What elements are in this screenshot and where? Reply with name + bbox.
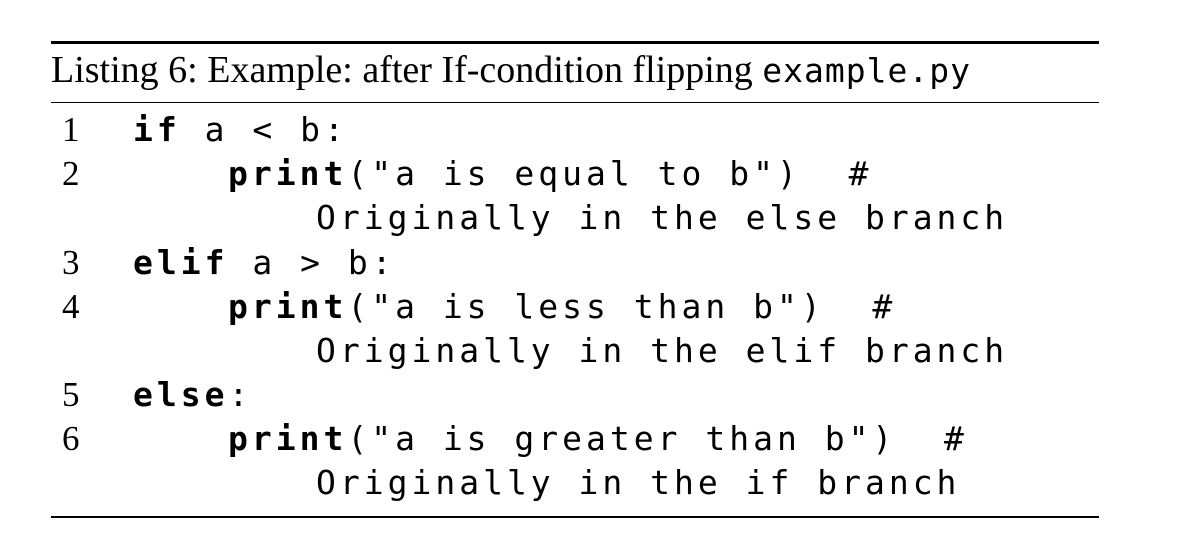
code-keyword: print [228, 419, 348, 458]
caption-rule [51, 102, 1099, 103]
caption-label: Listing 6: Example: after If-condition f… [51, 49, 753, 91]
code-text: ("a is equal to b") # [347, 154, 873, 193]
line-number: 2 [62, 154, 80, 193]
bottom-rule [51, 516, 1099, 518]
code-text: ("a is greater than b") # [347, 419, 968, 458]
line-number: 5 [62, 375, 80, 414]
code-keyword: elif [133, 243, 229, 282]
code-line: else: [133, 373, 252, 417]
code-comment-continuation: Originally in the if branch [316, 463, 961, 502]
code-line: if a < b: [133, 108, 348, 152]
code-text: : [228, 375, 253, 414]
code-line: print("a is equal to b") # [228, 152, 872, 196]
code-keyword: print [228, 287, 348, 326]
code-keyword: if [133, 110, 181, 149]
code-keyword: else [133, 375, 229, 414]
code-keyword: print [228, 154, 348, 193]
code-text: a > b: [228, 243, 396, 282]
line-number: 3 [62, 243, 80, 282]
code-line: print("a is greater than b") # [228, 417, 968, 461]
top-rule [51, 41, 1099, 44]
code-line: print("a is less than b") # [228, 285, 896, 329]
line-number: 4 [62, 287, 80, 326]
code-text: ("a is less than b") # [347, 287, 897, 326]
code-comment-continuation: Originally in the else branch [316, 198, 1009, 237]
caption-filename: example.py [762, 51, 971, 90]
code-text: a < b: [180, 110, 348, 149]
code-line: elif a > b: [133, 241, 396, 285]
line-number: 6 [62, 419, 80, 458]
listing-caption: Listing 6: Example: after If-condition f… [51, 48, 971, 98]
code-comment-continuation: Originally in the elif branch [316, 331, 1009, 370]
line-number: 1 [62, 110, 80, 149]
